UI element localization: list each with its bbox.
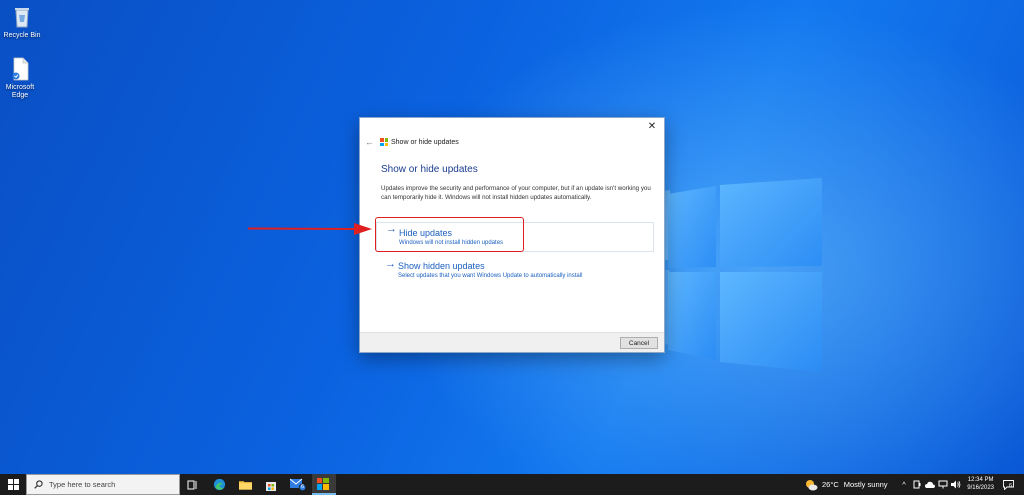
description-text: Updates improve the security and perform… — [381, 185, 651, 201]
folder-icon — [238, 481, 252, 490]
tray-onedrive[interactable] — [924, 474, 936, 495]
tray-network-device[interactable] — [911, 474, 923, 495]
edge-icon — [213, 478, 225, 491]
taskbar: Type here to search 6 26°C Mostly sunny … — [0, 474, 1024, 495]
taskbar-store[interactable] — [259, 474, 283, 495]
dialog-footer: Cancel — [360, 332, 664, 352]
option-subtitle: Select updates that you want Windows Upd… — [398, 273, 583, 279]
page-heading: Show or hide updates — [381, 164, 478, 175]
mail-badge: 6 — [301, 484, 305, 490]
windows-update-icon — [316, 477, 329, 490]
taskbar-mail[interactable]: 6 — [286, 474, 310, 495]
back-arrow-icon: ← — [365, 137, 374, 147]
desktop-icon-recycle-bin[interactable]: Recycle Bin — [2, 4, 42, 40]
tray-network[interactable] — [937, 474, 949, 495]
task-view-button[interactable] — [180, 474, 204, 495]
recycle-bin-icon — [9, 4, 35, 30]
store-icon — [266, 481, 276, 491]
close-icon: ✕ — [647, 121, 657, 132]
notification-count-badge: 6 — [1009, 483, 1013, 489]
search-icon — [34, 480, 43, 489]
search-placeholder: Type here to search — [49, 480, 116, 489]
file-shortcut-icon — [7, 56, 33, 82]
speaker-icon — [951, 480, 961, 489]
desktop-icon-label: Microsoft Edge — [5, 84, 35, 99]
show-hidden-icons-button[interactable]: ^ — [898, 474, 910, 495]
sun-cloud-icon — [806, 479, 818, 490]
windows-update-icon — [380, 138, 388, 146]
task-view-icon — [187, 480, 196, 489]
device-icon — [913, 480, 920, 489]
close-button[interactable]: ✕ — [646, 121, 658, 133]
window-title-bar: Show or hide updates — [380, 138, 459, 146]
clock-date: 9/16/2023 — [967, 485, 994, 491]
clock-time: 12:34 PM — [967, 477, 994, 483]
back-button[interactable]: ← — [365, 137, 374, 147]
cancel-button[interactable]: Cancel — [620, 337, 658, 349]
show-hidden-updates-option[interactable]: → Show hidden updates Select updates tha… — [376, 258, 654, 286]
taskbar-clock[interactable]: 12:34 PM 9/16/2023 — [967, 476, 994, 492]
weather-condition: Mostly sunny — [843, 480, 888, 489]
network-icon — [938, 480, 948, 489]
taskbar-file-explorer[interactable] — [233, 474, 257, 495]
weather-widget[interactable]: 26°C Mostly sunny — [805, 474, 895, 495]
notification-center-button[interactable]: 6 — [998, 474, 1018, 495]
taskbar-edge[interactable] — [207, 474, 231, 495]
weather-temp: 26°C — [822, 480, 839, 489]
cloud-icon — [925, 481, 935, 488]
tray-volume[interactable] — [950, 474, 962, 495]
windows-start-icon — [7, 479, 19, 490]
option-title: Show hidden updates — [398, 261, 485, 271]
annotation-highlight-box — [375, 217, 524, 252]
chevron-up-icon: ^ — [902, 480, 906, 489]
annotation-red-arrow — [248, 223, 372, 235]
desktop-icon-microsoft-edge[interactable]: Microsoft Edge — [0, 56, 40, 100]
start-button[interactable] — [0, 474, 26, 495]
taskbar-search-box[interactable]: Type here to search — [26, 474, 180, 495]
taskbar-windows-update-troubleshooter[interactable] — [312, 474, 336, 495]
desktop-icon-label: Recycle Bin — [3, 32, 41, 39]
arrow-right-icon: → — [385, 258, 396, 270]
window-title: Show or hide updates — [391, 138, 459, 146]
